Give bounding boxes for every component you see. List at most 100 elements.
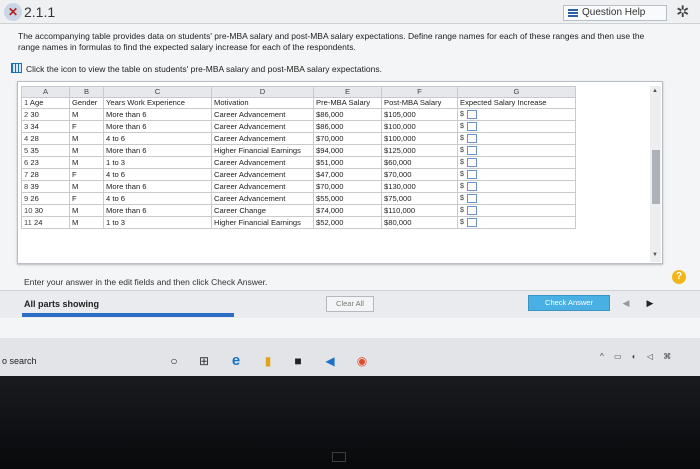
- next-arrow-icon[interactable]: ▶: [642, 295, 658, 311]
- previous-arrow-icon[interactable]: ◀: [618, 295, 634, 311]
- taskbar-apps-icon[interactable]: ⊞: [196, 354, 212, 368]
- answer-input[interactable]: [467, 110, 477, 119]
- cell-motivation: Career Advancement: [211, 180, 314, 193]
- dollar-sign: $: [460, 111, 464, 118]
- dollar-sign: $: [460, 147, 464, 154]
- question-help-label: Question Help: [582, 7, 646, 18]
- column-letter: E: [313, 86, 382, 98]
- mylab-page: ✕ 2.1.1 Question Help ✲ The accompanying…: [0, 0, 700, 338]
- windows-taskbar: o search ○ ⊞ e ▮ ■ ◀ ◉ ^ ▭ ◐ ◁ ⌘: [0, 338, 700, 376]
- answer-input[interactable]: [467, 122, 477, 131]
- cell-motivation: Career Advancement: [211, 156, 314, 169]
- answer-input[interactable]: [467, 218, 477, 227]
- column-letter: G: [457, 86, 576, 98]
- cell-post-mba-salary: $110,000: [381, 204, 458, 217]
- cell-pre-mba-salary: $70,000: [313, 132, 382, 145]
- help-question-icon[interactable]: ?: [672, 270, 686, 284]
- answer-input[interactable]: [467, 158, 477, 167]
- question-help-button[interactable]: Question Help: [563, 5, 667, 21]
- column-letter: B: [69, 86, 104, 98]
- cell-experience: More than 6: [103, 120, 212, 133]
- header-expected-increase: Expected Salary Increase: [457, 97, 576, 109]
- answer-input[interactable]: [467, 206, 477, 215]
- parts-showing-label: All parts showing: [24, 299, 100, 309]
- cell-gender: M: [69, 132, 104, 145]
- table-row: 11 24 M 1 to 3 Higher Financial Earnings $52…: [21, 216, 576, 229]
- screen: ✕ 2.1.1 Question Help ✲ The accompanying…: [0, 0, 700, 386]
- age-value: 23: [30, 157, 39, 167]
- taskbar-search[interactable]: o search: [2, 356, 37, 366]
- dollar-sign: $: [460, 159, 464, 166]
- age-value: 35: [30, 145, 39, 155]
- cell-age: 10 30: [21, 204, 70, 217]
- cell-experience: More than 6: [103, 180, 212, 193]
- age-value: 34: [30, 121, 39, 131]
- cell-pre-mba-salary: $55,000: [313, 192, 382, 205]
- cell-gender: F: [69, 192, 104, 205]
- system-tray[interactable]: ^ ▭ ◐ ◁ ⌘: [600, 352, 675, 361]
- chrome-browser-icon[interactable]: ◉: [354, 354, 370, 368]
- table-row: 7 28 F 4 to 6 Career Advancement $47,000 $70,…: [21, 168, 576, 181]
- table-row: 5 35 M More than 6 Higher Financial Earning…: [21, 144, 576, 157]
- column-letter-row: A B C D E F G: [21, 86, 576, 98]
- dollar-sign: $: [460, 195, 464, 202]
- view-table-link[interactable]: Click the icon to view the table on stud…: [26, 64, 382, 74]
- cell-post-mba-salary: $60,000: [381, 156, 458, 169]
- table-row: 2 30 M More than 6 Career Advancement $86,00…: [21, 108, 576, 121]
- cell-pre-mba-salary: $70,000: [313, 180, 382, 193]
- cell-post-mba-salary: $125,000: [381, 144, 458, 157]
- header-motivation: Motivation: [211, 97, 314, 109]
- windows-logo-icon: [332, 452, 346, 462]
- answer-input[interactable]: [467, 170, 477, 179]
- answer-input[interactable]: [467, 194, 477, 203]
- scrollbar-thumb[interactable]: [652, 150, 660, 204]
- header-pre-mba-salary: Pre-MBA Salary: [313, 97, 382, 109]
- cell-gender: F: [69, 168, 104, 181]
- age-value: 26: [30, 193, 39, 203]
- cell-experience: More than 6: [103, 144, 212, 157]
- answer-input[interactable]: [467, 146, 477, 155]
- cell-gender: M: [69, 204, 104, 217]
- cell-pre-mba-salary: $47,000: [313, 168, 382, 181]
- cell-expected-increase: $: [457, 120, 576, 133]
- cell-pre-mba-salary: $86,000: [313, 120, 382, 133]
- store-icon[interactable]: ■: [290, 354, 306, 368]
- cell-expected-increase: $: [457, 204, 576, 217]
- gear-icon[interactable]: ✲: [676, 2, 689, 22]
- mail-icon[interactable]: ◀: [322, 354, 338, 368]
- instructions-text: The accompanying table provides data on …: [18, 31, 645, 52]
- column-letter: D: [211, 86, 314, 98]
- row-number: 5: [24, 145, 29, 155]
- age-value: 24: [34, 217, 43, 227]
- cell-motivation: Career Advancement: [211, 168, 314, 181]
- age-value: 30: [34, 205, 44, 215]
- header-gender: Gender: [69, 97, 104, 109]
- scroll-down-arrow-icon[interactable]: ▼: [652, 252, 658, 258]
- cell-age: 6 23: [21, 156, 70, 169]
- header-age: 1 Age: [21, 97, 70, 109]
- progress-bar: [22, 313, 234, 317]
- age-value: 28: [30, 133, 39, 143]
- scroll-up-arrow-icon[interactable]: ▲: [652, 88, 658, 94]
- row-number: 7: [24, 169, 29, 179]
- cell-age: 5 35: [21, 144, 70, 157]
- column-letter: F: [381, 86, 458, 98]
- cell-expected-increase: $: [457, 216, 576, 229]
- task-view-icon[interactable]: ○: [166, 354, 182, 368]
- edge-browser-icon[interactable]: e: [228, 353, 244, 368]
- cell-motivation: Career Advancement: [211, 120, 314, 133]
- cell-experience: 1 to 3: [103, 216, 212, 229]
- answer-input[interactable]: [467, 134, 477, 143]
- answer-input[interactable]: [467, 182, 477, 191]
- header-experience: Years Work Experience: [103, 97, 212, 109]
- row-number: 2: [24, 109, 29, 119]
- file-explorer-icon[interactable]: ▮: [260, 354, 276, 368]
- cell-gender: M: [69, 180, 104, 193]
- row-number: 8: [24, 181, 29, 191]
- check-answer-button[interactable]: Check Answer: [528, 295, 610, 311]
- table-grid-icon[interactable]: [11, 63, 22, 73]
- cell-experience: 4 to 6: [103, 168, 212, 181]
- list-icon: [568, 9, 578, 17]
- clear-all-button[interactable]: Clear All: [326, 296, 374, 312]
- dollar-sign: $: [460, 171, 464, 178]
